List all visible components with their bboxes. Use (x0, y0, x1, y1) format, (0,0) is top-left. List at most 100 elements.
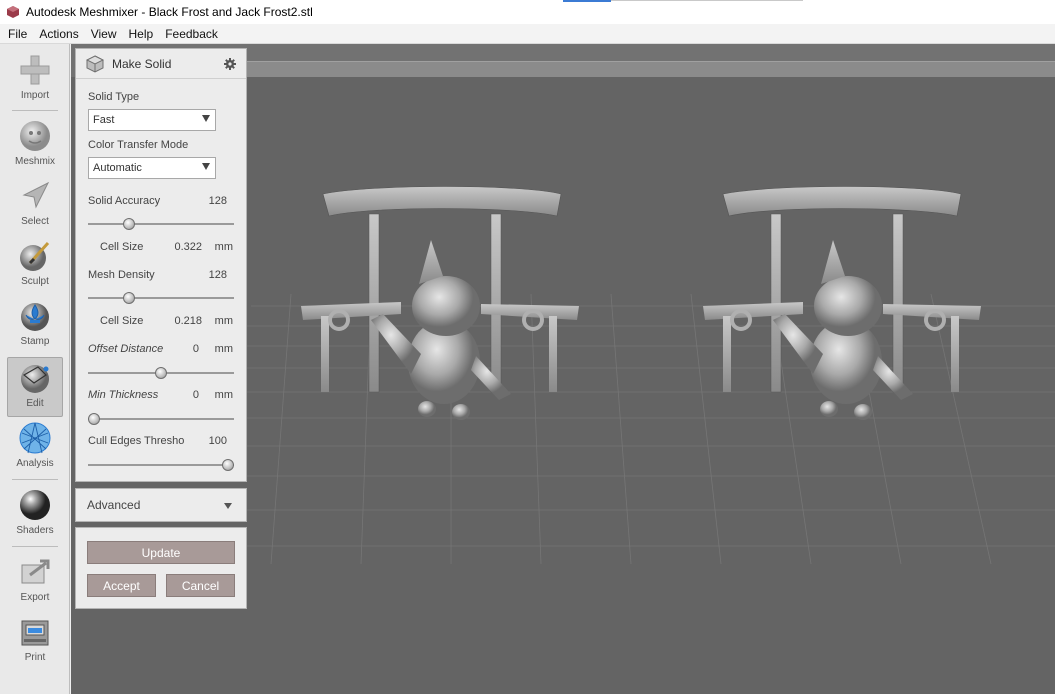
solid-accuracy-label: Solid Accuracy (88, 195, 161, 207)
solid-type-select[interactable]: Fast (88, 109, 216, 131)
meshmixer-logo-icon (7, 6, 19, 18)
solid-accuracy-value: 128 (208, 195, 227, 207)
min-thickness-label: Min Thickness (88, 389, 159, 401)
tool-label: Analysis (16, 458, 54, 469)
plus-icon (17, 52, 53, 88)
mesh-density-value: 128 (208, 269, 227, 281)
slider-thumb[interactable] (123, 292, 135, 304)
mesh-density-label: Mesh Density (88, 269, 155, 281)
menu-help[interactable]: Help (123, 25, 160, 43)
menu-actions[interactable]: Actions (33, 25, 84, 43)
slider-track (88, 418, 234, 420)
title-bar: Autodesk Meshmixer - Black Frost and Jac… (0, 0, 1055, 24)
tool-label: Export (20, 592, 50, 603)
edit-sphere-icon (17, 360, 53, 396)
advanced-label: Advanced (87, 498, 141, 512)
cell-size-1-unit: mm (214, 241, 233, 253)
stamp-fleur-icon (17, 298, 53, 334)
cull-edges-value: 100 (208, 435, 227, 447)
menu-bar: File Actions View Help Feedback (0, 24, 1055, 44)
tool-export[interactable]: Export (7, 552, 63, 612)
toolbar-divider (12, 110, 58, 111)
slider-thumb[interactable] (123, 218, 135, 230)
action-buttons-panel: Update Accept Cancel (75, 527, 247, 609)
chevron-down-icon (224, 503, 232, 509)
solid-accuracy-slider[interactable] (88, 218, 234, 230)
tool-label: Meshmix (14, 156, 55, 167)
min-thickness-unit: mm (214, 389, 233, 401)
window-tab-line (611, 0, 803, 1)
cull-edges-slider[interactable] (88, 459, 234, 471)
offset-distance-slider[interactable] (88, 367, 234, 379)
meshmix-ball-icon (17, 118, 53, 154)
color-mode-label: Color Transfer Mode (88, 139, 189, 151)
tool-shaders[interactable]: Shaders (7, 485, 63, 545)
slider-track (88, 223, 234, 225)
tool-select[interactable]: Select (7, 176, 63, 236)
color-mode-value: Automatic (93, 162, 142, 174)
tool-analysis[interactable]: Analysis (7, 418, 63, 478)
update-button[interactable]: Update (87, 541, 235, 564)
cull-edges-label: Cull Edges Threshold (88, 435, 184, 447)
export-icon (17, 554, 53, 590)
panel-header: Make Solid (76, 49, 246, 79)
offset-distance-label: Offset Distance (88, 343, 164, 355)
tool-label: Import (20, 90, 50, 101)
shader-sphere-icon (17, 487, 53, 523)
slider-thumb[interactable] (88, 413, 100, 425)
dropdown-arrow-icon (202, 163, 210, 170)
toolbar-divider (12, 479, 58, 480)
menu-view[interactable]: View (85, 25, 123, 43)
cell-size-label: Cell Size (100, 315, 144, 327)
slider-thumb[interactable] (155, 367, 167, 379)
accept-button[interactable]: Accept (87, 574, 156, 597)
slider-track (88, 464, 234, 466)
solid-type-value: Fast (93, 114, 115, 126)
tool-label: Shaders (16, 525, 54, 536)
offset-distance-value: 0 (192, 343, 199, 355)
cell-size-2-unit: mm (214, 315, 233, 327)
gear-icon[interactable] (224, 57, 236, 70)
cell-size-label: Cell Size (100, 241, 144, 253)
model-right (703, 186, 981, 420)
tool-label: Sculpt (21, 276, 49, 287)
ground-grid (211, 293, 1055, 565)
cancel-button[interactable]: Cancel (166, 574, 235, 597)
analysis-mesh-icon (17, 420, 53, 456)
sculpt-brush-icon (17, 238, 53, 274)
color-mode-select[interactable]: Automatic (88, 157, 216, 179)
min-thickness-value: 0 (192, 389, 199, 401)
tool-stamp[interactable]: Stamp (7, 296, 63, 356)
tool-meshmix[interactable]: Meshmix (7, 116, 63, 176)
tool-sculpt[interactable]: Sculpt (7, 236, 63, 296)
offset-distance-unit: mm (214, 343, 233, 355)
slider-track (88, 297, 234, 299)
left-toolbar: Import Meshmix Select Sculpt Stamp Edit (0, 44, 70, 694)
mesh-density-slider[interactable] (88, 292, 234, 304)
tool-edit[interactable]: Edit (7, 357, 63, 417)
window-tab-accent (563, 0, 611, 2)
model-left (301, 186, 579, 420)
make-solid-panel: Make Solid Solid Type Fast Color Transfe… (75, 48, 247, 482)
solid-type-label: Solid Type (88, 91, 140, 103)
tool-import[interactable]: Import (7, 50, 63, 110)
tool-label: Edit (26, 398, 44, 409)
toolbar-divider (12, 546, 58, 547)
slider-thumb[interactable] (222, 459, 234, 471)
menu-file[interactable]: File (2, 25, 33, 43)
dropdown-arrow-icon (202, 115, 210, 122)
printer-icon (17, 614, 53, 650)
advanced-section[interactable]: Advanced (75, 488, 247, 522)
tool-label: Select (21, 216, 49, 227)
tool-label: Print (24, 652, 46, 663)
tool-label: Stamp (20, 336, 50, 347)
tool-print[interactable]: Print (7, 612, 63, 672)
panel-title: Make Solid (112, 56, 172, 71)
cell-size-1-value: 0.322 (174, 241, 202, 253)
select-arrow-icon (17, 178, 53, 214)
window-title: Autodesk Meshmixer - Black Frost and Jac… (26, 5, 313, 19)
cell-size-2-value: 0.218 (174, 315, 202, 327)
min-thickness-slider[interactable] (88, 413, 234, 425)
solid-cube-icon (86, 54, 104, 73)
menu-feedback[interactable]: Feedback (159, 25, 224, 43)
